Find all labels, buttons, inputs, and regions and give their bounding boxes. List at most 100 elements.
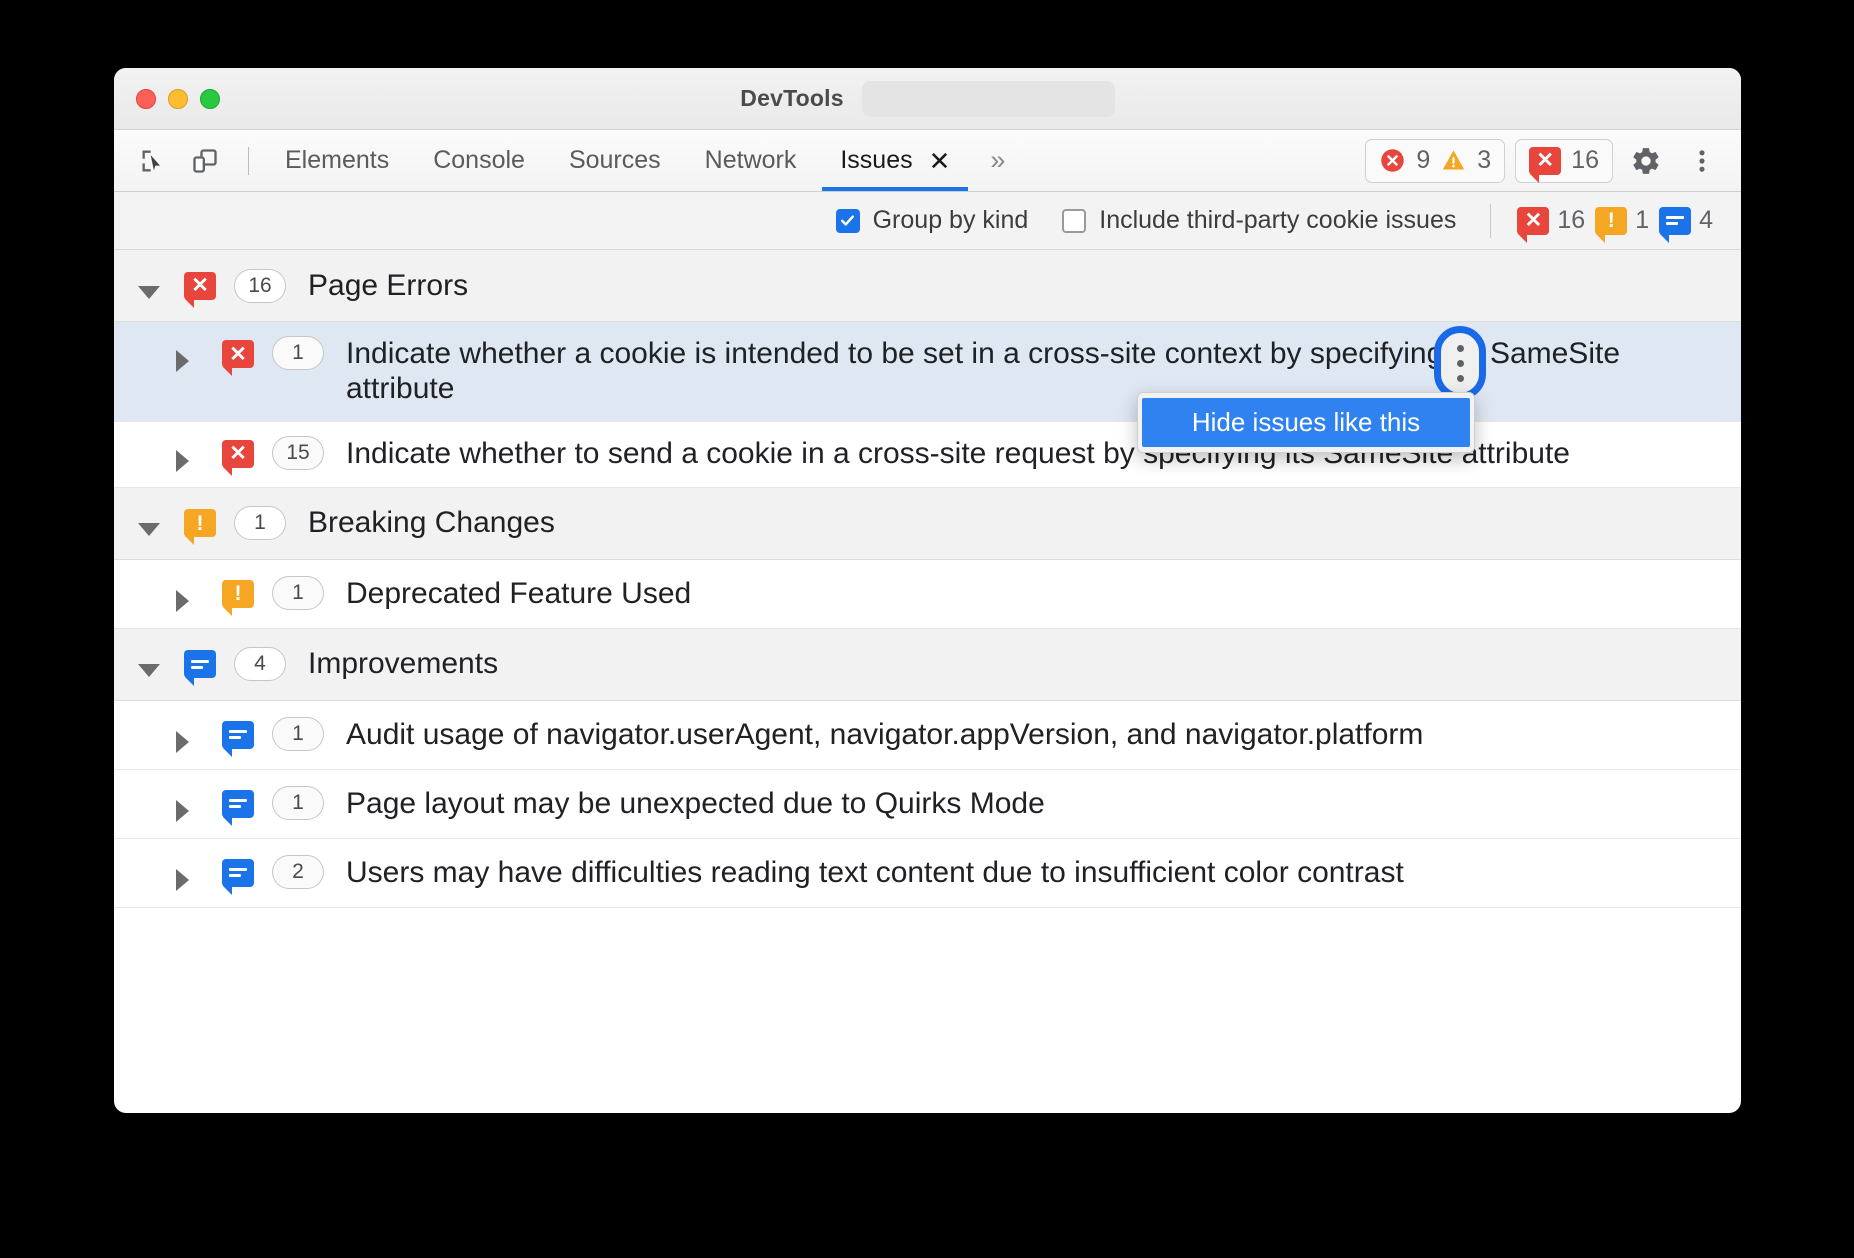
group-header-breaking-changes[interactable]: ! 1 Breaking Changes: [114, 488, 1741, 560]
issue-row[interactable]: 2 Users may have difficulties reading te…: [114, 839, 1741, 908]
warning-issues-count: 1: [1635, 206, 1649, 235]
tab-label: Elements: [285, 146, 389, 175]
issue-error-bubble-icon: ✕: [1529, 147, 1561, 175]
tab-label: Issues: [840, 146, 912, 175]
more-tabs-icon[interactable]: »: [972, 130, 1021, 191]
tab-label: Network: [705, 146, 797, 175]
issue-kebab-menu-icon[interactable]: [1434, 326, 1486, 400]
tab-label: Console: [433, 146, 525, 175]
expand-toggle[interactable]: [176, 436, 216, 472]
x-glyph: ✕: [1525, 210, 1543, 231]
third-party-cookie-label: Include third-party cookie issues: [1099, 206, 1456, 235]
group-header-improvements[interactable]: 4 Improvements: [114, 629, 1741, 701]
issue-row[interactable]: 1 Audit usage of navigator.userAgent, na…: [114, 701, 1741, 770]
issue-title: Page layout may be unexpected due to Qui…: [346, 786, 1055, 821]
dot: [1457, 345, 1464, 352]
chevron-right-icon: [176, 800, 189, 822]
close-icon[interactable]: ✕: [929, 148, 951, 174]
kebab-menu-icon[interactable]: [1679, 138, 1725, 184]
expand-collapse-toggle[interactable]: [138, 273, 178, 299]
issue-icon: ✕: [222, 336, 254, 368]
checkbox-icon[interactable]: [836, 209, 860, 233]
chevron-right-icon: [176, 350, 189, 372]
lines-glyph: [1666, 216, 1684, 225]
info-issues-count-group[interactable]: 4: [1659, 206, 1713, 235]
info-issues-count: 4: [1699, 206, 1713, 235]
chevron-down-icon: [138, 523, 160, 536]
expand-toggle[interactable]: [176, 786, 216, 822]
expand-toggle[interactable]: [176, 336, 216, 372]
issue-info-bubble-icon: [1659, 207, 1691, 235]
warning-triangle-icon: [1440, 147, 1467, 174]
lines-glyph: [229, 799, 247, 808]
maximize-window-button[interactable]: [200, 89, 220, 109]
issue-warning-bubble-icon: !: [184, 509, 216, 537]
chevron-down-icon: [138, 286, 160, 299]
titlebar-placeholder-pill: [862, 81, 1115, 117]
issue-icon: [222, 717, 254, 749]
tab-elements[interactable]: Elements: [263, 130, 411, 191]
issue-count-badge: 15: [272, 436, 324, 470]
issue-warning-bubble-icon: !: [1595, 207, 1627, 235]
expand-toggle[interactable]: [176, 855, 216, 891]
lines-glyph: [191, 660, 209, 669]
group-header-page-errors[interactable]: ✕ 16 Page Errors: [114, 250, 1741, 322]
context-menu: Hide issues like this: [1137, 392, 1475, 453]
inspect-cursor-icon[interactable]: [130, 138, 176, 184]
issue-kind-counts: ✕ 16 ! 1 4: [1517, 206, 1713, 235]
group-by-kind-label: Group by kind: [873, 206, 1029, 235]
tabbar-right-group: 9 3 ✕ 16: [1365, 130, 1741, 191]
devtools-window: DevTools: [114, 68, 1741, 1113]
minimize-window-button[interactable]: [168, 89, 188, 109]
warning-count: 3: [1477, 146, 1491, 175]
group-title: Improvements: [308, 647, 498, 681]
expand-toggle[interactable]: [176, 576, 216, 612]
device-toggle-icon[interactable]: [182, 138, 228, 184]
third-party-cookie-checkbox[interactable]: Include third-party cookie issues: [1062, 206, 1456, 235]
tab-console[interactable]: Console: [411, 130, 547, 191]
exclamation-glyph: !: [197, 513, 204, 534]
issue-error-bubble-icon: ✕: [184, 272, 216, 300]
tab-network[interactable]: Network: [683, 130, 819, 191]
issue-row[interactable]: 1 Page layout may be unexpected due to Q…: [114, 770, 1741, 839]
group-count-badge: 16: [234, 269, 286, 303]
checkbox-icon[interactable]: [1062, 209, 1086, 233]
dot: [1457, 360, 1464, 367]
error-circle-icon: [1379, 147, 1406, 174]
group-title: Page Errors: [308, 269, 468, 303]
group-count-badge: 4: [234, 647, 286, 681]
console-counters[interactable]: 9 3: [1365, 139, 1505, 183]
issue-info-bubble-icon: [222, 721, 254, 749]
warning-issues-count-group[interactable]: ! 1: [1595, 206, 1649, 235]
issue-error-bubble-icon: ✕: [222, 340, 254, 368]
close-window-button[interactable]: [136, 89, 156, 109]
traffic-light-buttons[interactable]: [136, 89, 220, 109]
chevron-right-icon: [176, 590, 189, 612]
exclamation-glyph: !: [1608, 210, 1615, 231]
chevron-right-icon: [176, 731, 189, 753]
tab-sources[interactable]: Sources: [547, 130, 683, 191]
panel-tabs: Elements Console Sources Network Issues …: [263, 130, 1021, 191]
window-title: DevTools: [740, 85, 843, 112]
expand-collapse-toggle[interactable]: [138, 651, 178, 677]
tab-label: Sources: [569, 146, 661, 175]
gear-icon[interactable]: [1623, 138, 1669, 184]
x-glyph: ✕: [229, 443, 247, 464]
issues-counter[interactable]: ✕ 16: [1515, 139, 1613, 183]
expand-collapse-toggle[interactable]: [138, 510, 178, 536]
tabbar-left-icons: [114, 130, 263, 191]
error-issues-count: 16: [1557, 206, 1585, 235]
tab-issues[interactable]: Issues ✕: [818, 130, 972, 191]
menu-item-hide-issues-like-this[interactable]: Hide issues like this: [1142, 398, 1470, 447]
group-count-badge: 1: [234, 506, 286, 540]
lines-glyph: [229, 730, 247, 739]
dot: [1457, 375, 1464, 382]
issue-row[interactable]: ✕ 1 Indicate whether a cookie is intende…: [114, 322, 1741, 422]
expand-toggle[interactable]: [176, 717, 216, 753]
issue-row[interactable]: ! 1 Deprecated Feature Used: [114, 560, 1741, 629]
error-issues-count-group[interactable]: ✕ 16: [1517, 206, 1585, 235]
group-icon: !: [184, 509, 216, 537]
issue-row[interactable]: ✕ 15 Indicate whether to send a cookie i…: [114, 422, 1741, 488]
filterbar-divider: [1490, 204, 1491, 238]
group-by-kind-checkbox[interactable]: Group by kind: [836, 206, 1029, 235]
